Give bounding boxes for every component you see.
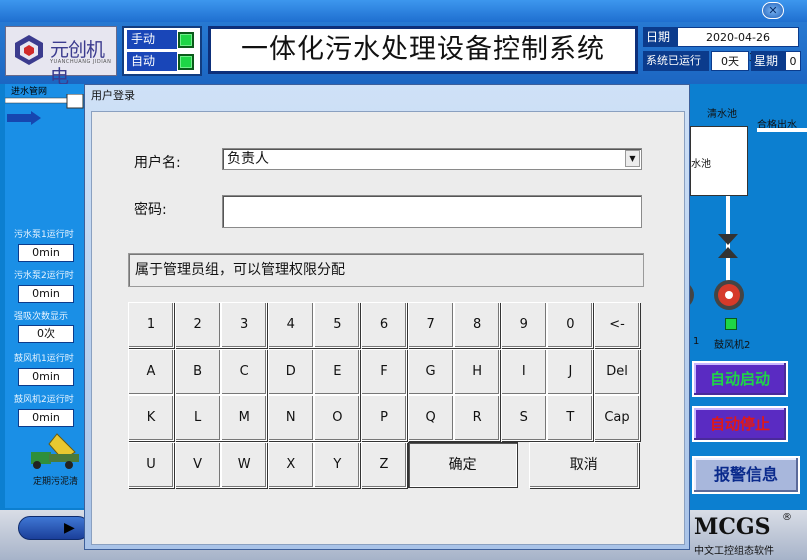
close-button[interactable]: ✕	[762, 2, 784, 19]
blower2-runtime-value: 0min	[18, 409, 74, 427]
key-9[interactable]: 9	[500, 302, 547, 348]
key-2[interactable]: 2	[174, 302, 221, 348]
key-l[interactable]: L	[174, 395, 221, 441]
pump2-runtime-label: 污水泵2运行时	[14, 271, 74, 281]
key-o[interactable]: O	[314, 395, 361, 441]
mode-panel: 手动 自动	[122, 26, 202, 76]
logo-cube-icon	[15, 35, 43, 65]
key-x[interactable]: X	[267, 441, 314, 488]
key-e[interactable]: E	[314, 348, 361, 395]
sludge-label: 定期污泥清	[33, 477, 79, 487]
cancel-button[interactable]: 取消	[528, 441, 639, 488]
blower2-status-led	[725, 318, 737, 330]
username-label: 用户名:	[134, 155, 181, 171]
play-arrow-icon: ▶	[64, 520, 75, 536]
username-select[interactable]: 负责人 ▼	[222, 148, 642, 170]
password-label: 密码:	[134, 202, 167, 218]
key-i[interactable]: I	[500, 348, 547, 395]
chevron-down-icon[interactable]: ▼	[625, 150, 640, 167]
key-c[interactable]: C	[221, 348, 268, 395]
window-caption	[0, 0, 807, 22]
company-logo: 元创机电 YUANCHUANG JIDIAN	[5, 26, 117, 88]
valve-icon	[718, 234, 738, 258]
pump1-runtime-label: 污水泵1运行时	[14, 230, 74, 240]
left-status-panel: 进水管网 污水泵1运行时 0min 污水泵2运行时 0min 强吸次数显示 0次…	[5, 84, 89, 508]
mcgs-logo: MCGS	[694, 514, 771, 540]
title-box: 一体化污水处理设备控制系统	[208, 26, 638, 74]
auto-stop-button[interactable]: 自动停止	[692, 406, 788, 442]
key-z[interactable]: Z	[361, 441, 407, 488]
dialog-title: 用户登录	[91, 89, 135, 102]
runtime-value: 0天	[711, 51, 749, 71]
page-title: 一体化污水处理设备控制系统	[241, 34, 605, 65]
blower1-runtime-label: 鼓风机1运行时	[14, 354, 74, 364]
key-8[interactable]: 8	[454, 302, 501, 348]
key-q[interactable]: Q	[407, 395, 454, 441]
key-h[interactable]: H	[454, 348, 501, 395]
key-a[interactable]: A	[128, 348, 174, 395]
date-value: 2020-04-26 18:22:32	[677, 27, 799, 64]
close-icon: ✕	[768, 4, 778, 17]
key-del[interactable]: Del	[594, 348, 640, 395]
key-j[interactable]: J	[547, 348, 594, 395]
key-d[interactable]: D	[267, 348, 314, 395]
key-g[interactable]: G	[407, 348, 454, 395]
blower2-runtime-label: 鼓风机2运行时	[14, 395, 74, 405]
clear-pool-label: 清水池	[707, 109, 737, 120]
nav-pill-button[interactable]	[18, 516, 90, 540]
clear-pool-tank: 水池	[690, 126, 748, 196]
key-u[interactable]: U	[128, 441, 174, 488]
key-y[interactable]: Y	[314, 441, 361, 488]
mode-auto-label: 自动	[127, 52, 177, 71]
key-cap[interactable]: Cap	[594, 395, 640, 441]
key-w[interactable]: W	[221, 441, 268, 488]
auto-start-button[interactable]: 自动启动	[692, 361, 788, 397]
blower1-runtime-value: 0min	[18, 368, 74, 386]
key-backspace[interactable]: <-	[594, 302, 640, 348]
week-value: 0	[785, 51, 801, 71]
suction-count-value: 0次	[18, 325, 74, 343]
key-n[interactable]: N	[267, 395, 314, 441]
key-k[interactable]: K	[128, 395, 174, 441]
mode-manual-indicator	[178, 32, 194, 48]
date-label: 日期	[643, 27, 677, 47]
runtime-label: 系统已运行	[643, 51, 709, 71]
key-s[interactable]: S	[500, 395, 547, 441]
blower2-icon	[714, 280, 744, 310]
key-4[interactable]: 4	[267, 302, 314, 348]
key-7[interactable]: 7	[407, 302, 454, 348]
username-value: 负责人	[227, 151, 269, 167]
key-0[interactable]: 0	[547, 302, 594, 348]
week-label: 星期	[751, 51, 785, 71]
registered-mark: ®	[782, 512, 792, 523]
key-5[interactable]: 5	[314, 302, 361, 348]
confirm-button[interactable]: 确定	[407, 441, 518, 488]
pump1-runtime-value: 0min	[18, 244, 74, 262]
pump2-runtime-value: 0min	[18, 285, 74, 303]
key-v[interactable]: V	[174, 441, 221, 488]
key-b[interactable]: B	[174, 348, 221, 395]
key-6[interactable]: 6	[361, 302, 407, 348]
alarm-info-button[interactable]: 报警信息	[692, 456, 800, 494]
user-info-text: 属于管理员组，可以管理权限分配	[128, 253, 644, 287]
key-p[interactable]: P	[361, 395, 407, 441]
mcgs-subtitle: 中文工控组态软件	[694, 546, 774, 557]
key-t[interactable]: T	[547, 395, 594, 441]
pool-inner-label: 水池	[691, 159, 711, 170]
key-1[interactable]: 1	[128, 302, 174, 348]
blower1-short-label: 1	[693, 336, 700, 347]
sludge-truck-icon	[31, 433, 79, 469]
key-r[interactable]: R	[454, 395, 501, 441]
inlet-pipe-icon	[5, 94, 84, 125]
key-f[interactable]: F	[361, 348, 407, 395]
suction-count-label: 强吸次数显示	[14, 312, 69, 322]
blower2-label: 鼓风机2	[714, 340, 751, 351]
mode-manual-label: 手动	[127, 30, 177, 49]
outlet-pipe	[757, 128, 807, 132]
mode-auto-indicator	[178, 54, 194, 70]
key-m[interactable]: M	[221, 395, 268, 441]
password-field[interactable]	[222, 195, 642, 228]
key-3[interactable]: 3	[221, 302, 268, 348]
